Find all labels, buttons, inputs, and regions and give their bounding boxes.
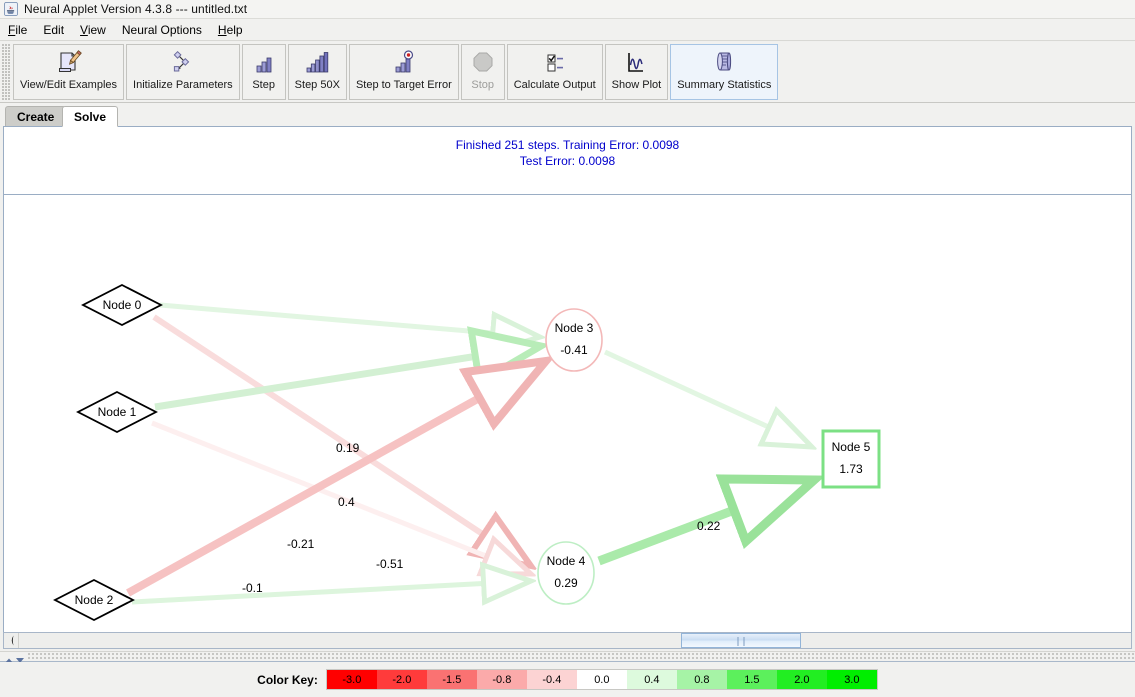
java-coffee-cup-icon [4,2,18,16]
splitter-dots [28,653,1135,660]
toolbar: View/Edit Examples Initialize Parameters [0,42,1135,103]
toolbar-drag-handle[interactable] [2,44,11,100]
color-key-cell: 3.0 [826,670,877,689]
color-key-cell: 0.4 [626,670,677,689]
color-key-cell: 0.0 [576,670,627,689]
menu-file-rest: ile [15,22,28,37]
edge-node2-node4 [131,581,531,602]
node-4-shape [537,541,595,605]
tab-strip: Create Solve [0,103,1135,127]
menu-view-rest: iew [87,22,106,37]
node-1-shape [76,390,158,434]
network-diagram-canvas[interactable]: Node 0 Node 1 Node 2 Node 3 -0.41 Node 4… [4,195,1131,632]
window-title: Neural Applet Version 4.3.8 --- untitled… [24,2,248,16]
summary-statistics-button[interactable]: Summary Statistics [670,44,779,100]
color-key-cell: -0.8 [476,670,527,689]
color-key-cell: -3.0 [326,670,377,689]
edge-node3-node5 [603,349,812,447]
scrollbar-track[interactable] [19,633,1131,648]
network-graph-svg [53,283,881,622]
color-key-cells: -3.0 -2.0 -1.5 -0.8 -0.4 0.0 0.4 0.8 1.5… [325,669,878,690]
line-plot-icon [621,50,651,76]
show-plot-label: Show Plot [611,79,662,91]
calculate-output-button[interactable]: Calculate Output [506,44,603,100]
step-to-target-error-label: Step to Target Error [355,79,452,91]
color-key-cell: -1.5 [426,670,477,689]
solve-panel: Finished 251 steps. Training Error: 0.00… [3,126,1132,633]
node-3-shape [545,308,603,372]
view-edit-examples-button[interactable]: View/Edit Examples [13,44,125,100]
color-key-cell: 2.0 [776,670,827,689]
edge-node4-node5 [597,480,814,566]
menu-bar: File Edit View Neural Options Help [0,19,1135,41]
network-nodes-icon [168,50,198,76]
scrollbar-thumb[interactable] [681,633,801,648]
scroll-report-icon [709,50,739,76]
panel-splitter[interactable] [0,651,1135,663]
edge-node2-node3 [126,361,546,597]
bar-chart-small-icon [249,50,279,76]
show-plot-button[interactable]: Show Plot [604,44,669,100]
node-5-shape [821,429,881,489]
color-key-cell: 1.5 [726,670,777,689]
splitter-arrows-icon[interactable] [2,652,28,663]
summary-statistics-label: Summary Statistics [677,79,772,91]
bar-chart-large-icon [302,50,332,76]
stop-label: Stop [471,79,495,91]
menu-help[interactable]: Help [210,21,251,39]
color-key-cell: -0.4 [526,670,577,689]
color-key-bar: Color Key: -3.0 -2.0 -1.5 -0.8 -0.4 0.0 … [0,662,1135,697]
menu-file[interactable]: File [0,21,35,39]
bar-chart-target-icon [389,50,419,76]
stop-octagon-icon [468,50,498,76]
scroll-left-arrow-icon[interactable] [4,633,19,648]
color-key-title: Color Key: [257,672,318,687]
edge-node0-node3 [159,302,540,337]
menu-help-rest: elp [226,22,243,37]
application-window: Neural Applet Version 4.3.8 --- untitled… [0,0,1135,697]
checkbox-list-icon [540,50,570,76]
step-50x-button[interactable]: Step 50X [287,44,347,100]
step-button[interactable]: Step [241,44,286,100]
node-0-shape [81,283,163,327]
horizontal-scrollbar[interactable] [3,632,1132,649]
step-label: Step [252,79,275,91]
status-area: Finished 251 steps. Training Error: 0.00… [4,127,1131,195]
color-key-cell: 0.8 [676,670,727,689]
tab-solve[interactable]: Solve [62,106,119,127]
menu-view[interactable]: View [72,21,114,39]
view-edit-examples-label: View/Edit Examples [20,79,118,91]
step-to-target-error-button[interactable]: Step to Target Error [348,44,459,100]
title-bar: Neural Applet Version 4.3.8 --- untitled… [0,0,1135,19]
initialize-parameters-label: Initialize Parameters [133,79,233,91]
step-50x-label: Step 50X [294,79,340,91]
color-key-cell: -2.0 [376,670,427,689]
test-error-line: Test Error: 0.0098 [519,154,616,168]
document-pencil-icon [54,50,84,76]
calculate-output-label: Calculate Output [513,79,596,91]
menu-neural-options[interactable]: Neural Options [114,21,210,39]
tab-create[interactable]: Create [5,106,67,127]
scrollbar-grip-icon [737,637,745,646]
menu-edit[interactable]: Edit [35,21,72,39]
edges-layer [126,302,814,602]
initialize-parameters-button[interactable]: Initialize Parameters [126,44,240,100]
stop-button[interactable]: Stop [460,44,505,100]
node-2-shape [53,578,135,622]
training-status-line: Finished 251 steps. Training Error: 0.00… [455,138,680,152]
